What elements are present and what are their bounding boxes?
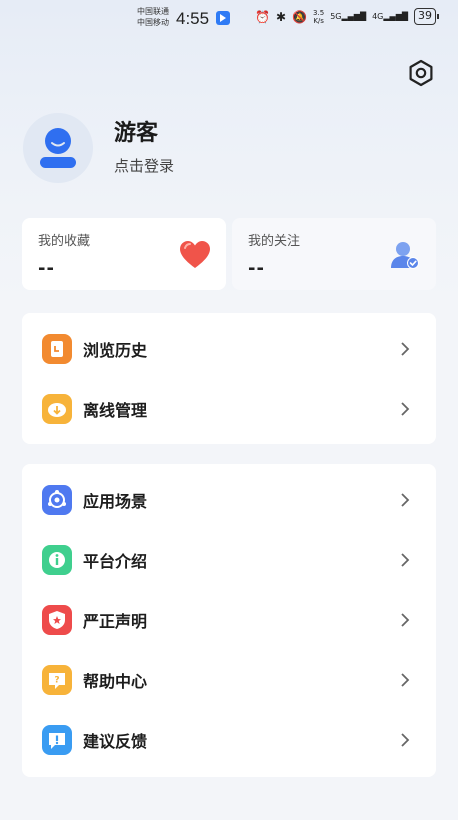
following-label: 我的关注 [248, 234, 301, 249]
menu-label-offline: 离线管理 [83, 401, 148, 420]
menu-label-feedback: 建议反馈 [83, 732, 148, 751]
app-notification-icon [216, 11, 230, 25]
menu-label-help: 帮助中心 [83, 672, 148, 691]
favorites-label: 我的收藏 [38, 234, 91, 249]
user-name: 游客 [114, 121, 159, 146]
chevron-right-icon [401, 613, 410, 627]
signal-4g-label: 4G [372, 12, 384, 21]
shield-icon [42, 605, 72, 635]
menu-item-help[interactable]: ? 帮助中心 [22, 650, 436, 710]
following-value: -- [248, 258, 265, 279]
alarm-icon: ⏰ [255, 9, 271, 24]
user-icon [40, 128, 76, 168]
menu-item-scenarios[interactable]: 应用场景 [22, 470, 436, 530]
chevron-right-icon [401, 673, 410, 687]
carrier-2: 中国移动 [137, 18, 169, 27]
feedback-icon [42, 725, 72, 755]
login-link[interactable]: 点击登录 [114, 155, 174, 176]
battery-level: 39 [418, 9, 432, 22]
menu-item-statement[interactable]: 严正声明 [22, 590, 436, 650]
settings-button[interactable] [406, 58, 436, 88]
user-check-icon [391, 242, 419, 269]
chevron-right-icon [401, 402, 410, 416]
settings-icon [409, 59, 433, 87]
menu-item-history[interactable]: 浏览历史 [22, 319, 436, 379]
menu-label-scenarios: 应用场景 [83, 492, 148, 511]
help-icon: ? [42, 665, 72, 695]
following-card[interactable]: 我的关注 -- [232, 218, 436, 290]
net-speed-unit: K/s [313, 16, 324, 25]
menu-label-statement: 严正声明 [83, 612, 148, 631]
chevron-right-icon [401, 493, 410, 507]
menu-item-offline[interactable]: 离线管理 [22, 379, 436, 439]
mute-icon: 🔕 [292, 9, 308, 24]
system-icons: ⏰ ✱ 🔕 3.5 K/s 5G▂▄▆█ 4G▂▄▆█ 39 [255, 8, 439, 25]
menu-label-platform: 平台介绍 [83, 552, 148, 571]
menu-item-feedback[interactable]: 建议反馈 [22, 710, 436, 770]
info-icon [42, 545, 72, 575]
history-icon [42, 334, 72, 364]
status-time: 4:55 [176, 9, 210, 28]
svg-text:?: ? [54, 676, 59, 686]
chevron-right-icon [401, 342, 410, 356]
menu-label-history: 浏览历史 [83, 341, 148, 360]
battery-icon: 39 [414, 8, 439, 25]
avatar[interactable] [23, 113, 93, 183]
chevron-right-icon [401, 553, 410, 567]
carrier-labels: 中国联通 中国移动 [137, 6, 169, 28]
net-speed-value: 3.5 [313, 8, 325, 17]
menu-group-1: 浏览历史 离线管理 [22, 313, 436, 444]
menu-group-2: 应用场景 平台介绍 严正声明 ? 帮助中心 建议反馈 [22, 464, 436, 777]
scenario-icon [42, 485, 72, 515]
download-icon [42, 394, 72, 424]
menu-item-platform[interactable]: 平台介绍 [22, 530, 436, 590]
net-speed: 3.5 K/s [313, 9, 324, 25]
heart-icon [180, 241, 210, 268]
favorites-card[interactable]: 我的收藏 -- [22, 218, 226, 290]
status-bar: 中国联通 中国移动 4:55 ⏰ ✱ 🔕 3.5 K/s 5G▂▄▆█ 4G▂▄… [0, 0, 458, 36]
carrier-1: 中国联通 [137, 7, 169, 16]
bluetooth-icon: ✱ [276, 9, 287, 24]
chevron-right-icon [401, 733, 410, 747]
signal-5g-icon: 5G▂▄▆█ [330, 12, 367, 21]
signal-5g-label: 5G [330, 12, 342, 21]
signal-4g-icon: 4G▂▄▆█ [372, 12, 408, 21]
favorites-value: -- [38, 258, 55, 279]
